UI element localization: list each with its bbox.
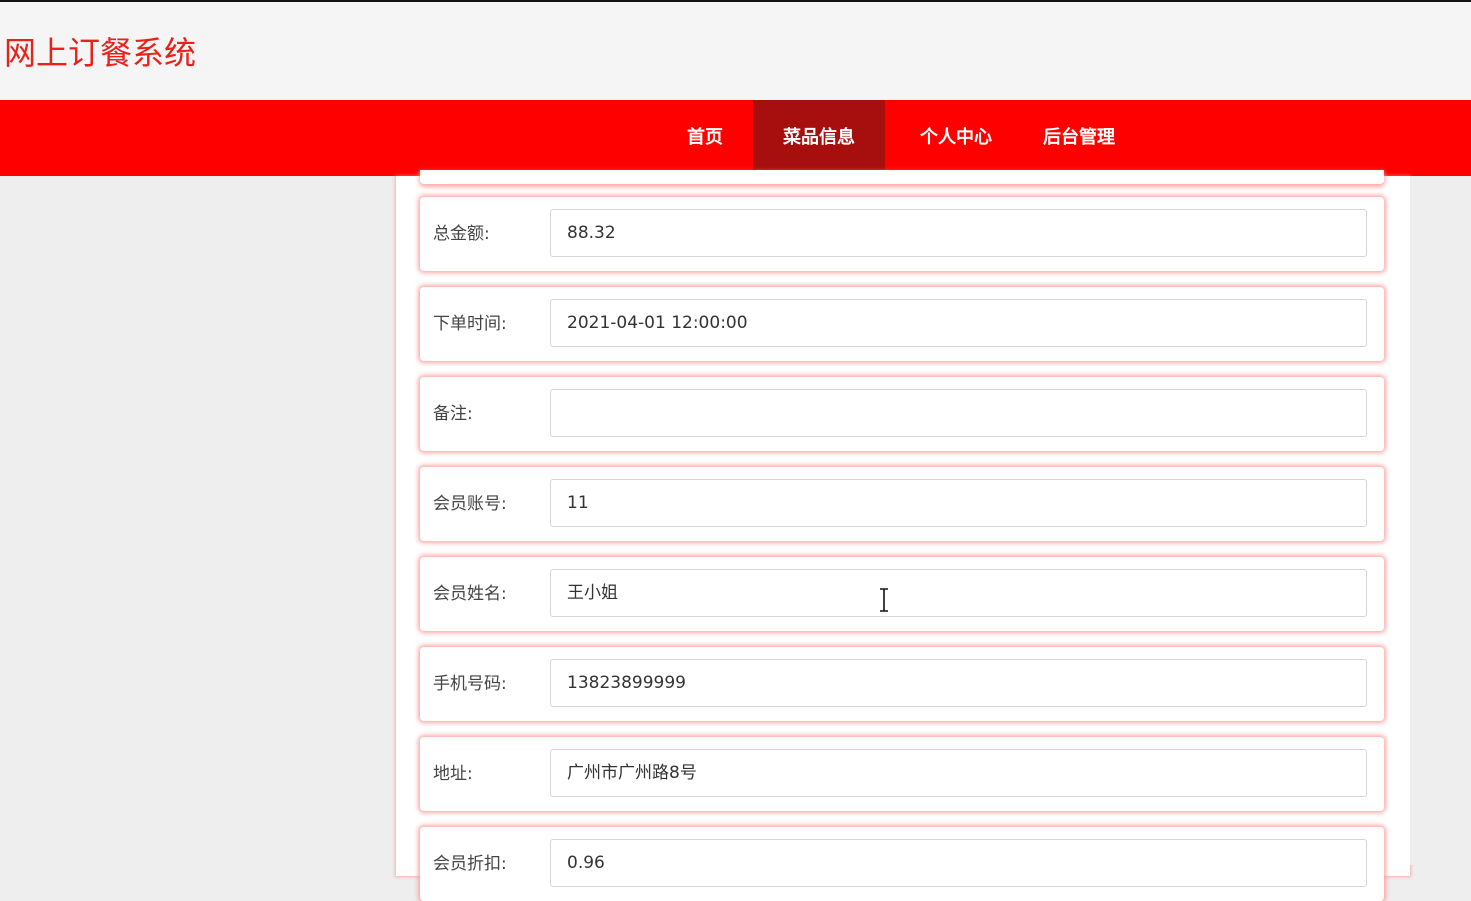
member-account-field[interactable]: 11 xyxy=(550,479,1367,527)
member-name-field[interactable]: 王小姐 xyxy=(550,569,1367,617)
remark-label: 备注: xyxy=(433,404,473,424)
member-name-label: 会员姓名: xyxy=(433,584,507,604)
form-row-order-time: 下单时间: 2021-04-01 12:00:00 xyxy=(420,287,1384,361)
site-title[interactable]: 网上订餐系统 xyxy=(4,28,196,74)
text-cursor-icon xyxy=(880,588,888,612)
member-discount-label: 会员折扣: xyxy=(433,854,507,874)
form-row-member-account: 会员账号: 11 xyxy=(420,467,1384,541)
order-time-field[interactable]: 2021-04-01 12:00:00 xyxy=(550,299,1367,347)
form-row-member-name: 会员姓名: 王小姐 xyxy=(420,557,1384,631)
total-amount-field[interactable]: 88.32 xyxy=(550,209,1367,257)
nav-item-home[interactable]: 首页 xyxy=(662,100,748,176)
member-discount-field[interactable]: 0.96 xyxy=(550,839,1367,887)
form-row-phone: 手机号码: 13823899999 xyxy=(420,647,1384,721)
phone-label: 手机号码: xyxy=(433,674,507,694)
site-header: 网上订餐系统 xyxy=(0,2,1471,100)
main-nav: 首页 菜品信息 个人中心 后台管理 xyxy=(0,100,1471,176)
address-field[interactable]: 广州市广州路8号 xyxy=(550,749,1367,797)
form-row-total-amount: 总金额: 88.32 xyxy=(420,197,1384,271)
remark-field[interactable] xyxy=(550,389,1367,437)
nav-item-profile[interactable]: 个人中心 xyxy=(900,100,1012,176)
page-background-right xyxy=(1410,176,1471,865)
form-row-remark: 备注: xyxy=(420,377,1384,451)
total-amount-label: 总金额: xyxy=(433,224,490,244)
phone-field[interactable]: 13823899999 xyxy=(550,659,1367,707)
form-row-address: 地址: 广州市广州路8号 xyxy=(420,737,1384,811)
member-account-label: 会员账号: xyxy=(433,494,507,514)
nav-item-admin[interactable]: 后台管理 xyxy=(1024,100,1134,176)
form-row-member-discount: 会员折扣: 0.96 xyxy=(420,827,1384,901)
nav-item-dishes[interactable]: 菜品信息 xyxy=(753,100,885,176)
address-label: 地址: xyxy=(433,764,473,784)
order-time-label: 下单时间: xyxy=(433,314,507,334)
previous-row-edge xyxy=(420,170,1384,184)
